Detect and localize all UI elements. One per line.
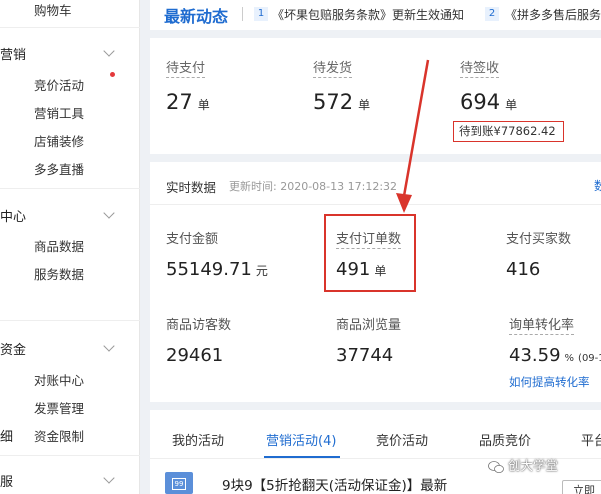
more-data-link[interactable]: 数 [594, 177, 601, 194]
sidebar-divider [0, 27, 140, 28]
paying-buyers-value: 416 [506, 259, 540, 280]
date-note: (09-1 [578, 353, 601, 364]
sidebar-divider [0, 455, 140, 456]
paid-orders-highlight-box [324, 214, 416, 292]
news-title: 最新动态 [164, 7, 229, 26]
unit-label: 元 [255, 264, 268, 278]
main-content: 最新动态 1 《坏果包赔服务条款》更新生效通知 2 《拼多多售后服务 待支付 2… [150, 0, 601, 494]
sidebar-divider [0, 320, 140, 321]
tab-marketing-activities[interactable]: 营销活动(4) [266, 430, 336, 449]
tab-platform[interactable]: 平台 [581, 430, 601, 449]
chevron-down-icon[interactable] [103, 472, 115, 484]
news-item[interactable]: 《坏果包赔服务条款》更新生效通知 [272, 6, 464, 23]
pending-payment-value: 27 单 [166, 90, 210, 114]
watermark: 创大学堂 [488, 455, 558, 474]
percent-sign: % [564, 353, 575, 364]
sidebar-item-live[interactable]: 多多直播 [34, 159, 84, 178]
tab-quality-bidding[interactable]: 品质竞价 [479, 430, 531, 449]
sidebar-fragment: 细 [0, 430, 14, 445]
unit-label: 单 [358, 98, 371, 112]
inquiry-conversion-label[interactable]: 询单转化率 [509, 314, 575, 335]
product-views-label: 商品浏览量 [336, 318, 402, 333]
product-visitors-value: 29461 [166, 345, 223, 366]
sidebar-section-funds[interactable]: 资金 [0, 339, 26, 358]
pending-receipt-count: 694 [460, 90, 501, 114]
sidebar-item-reconciliation[interactable]: 对账中心 [34, 370, 84, 389]
tab-bidding-activities[interactable]: 竞价活动 [376, 430, 428, 449]
realtime-data-panel: 实时数据 更新时间: 2020-08-13 17:12:32 数 支付金额 55… [150, 162, 601, 402]
activity-badge-text: 99 [172, 478, 186, 490]
product-visitors-label: 商品访客数 [166, 318, 232, 333]
unit-label: 单 [505, 98, 518, 112]
activity-title[interactable]: 9块9【5折抢翻天(活动保证金)】最新 [222, 474, 447, 494]
pending-receipt-value: 694 单 [460, 90, 517, 114]
pending-payment-label[interactable]: 待支付 [166, 57, 206, 78]
chevron-down-icon[interactable] [103, 207, 115, 219]
product-visitors-number: 29461 [166, 345, 224, 366]
inquiry-conversion-number: 43.59 [509, 345, 561, 366]
news-number: 2 [485, 7, 499, 21]
notification-dot-icon [110, 72, 115, 77]
paying-buyers-number: 416 [506, 259, 541, 280]
panel-divider [150, 204, 601, 205]
payment-amount-label: 支付金额 [166, 232, 219, 247]
product-views-value: 37744 [336, 345, 393, 366]
update-time: 更新时间: 2020-08-13 17:12:32 [229, 180, 398, 193]
wechat-icon [488, 460, 504, 473]
chevron-down-icon[interactable] [103, 45, 115, 57]
sidebar-item-service-data[interactable]: 服务数据 [34, 264, 84, 283]
pending-shipment-value: 572 单 [313, 90, 370, 114]
news-separator [242, 7, 243, 21]
sidebar-item-invoice[interactable]: 发票管理 [34, 398, 84, 417]
sidebar-item-store-decor[interactable]: 店铺装修 [34, 131, 84, 150]
order-summary: 待支付 27 单 待发货 572 单 待签收 694 单 待到账¥77862.42 [150, 38, 601, 154]
paying-buyers-label: 支付买家数 [506, 232, 572, 247]
payment-amount-value: 55149.71 元 [166, 259, 268, 280]
pending-shipment-count: 572 [313, 90, 354, 114]
sidebar-divider [0, 188, 140, 189]
tab-my-activities[interactable]: 我的活动 [172, 430, 224, 449]
watermark-text: 创大学堂 [508, 458, 559, 473]
pending-receipt-label[interactable]: 待签收 [460, 57, 500, 78]
pending-shipment-label[interactable]: 待发货 [313, 57, 353, 78]
activity-badge-icon: 99 [165, 472, 193, 494]
payment-amount-number: 55149.71 [166, 259, 252, 280]
chevron-down-icon[interactable] [103, 340, 115, 352]
sidebar-item-cart[interactable]: 购物车 [34, 0, 72, 19]
news-number: 1 [254, 7, 268, 21]
unit-label: 单 [197, 98, 210, 112]
sidebar-item-bidding[interactable]: 竞价活动 [34, 75, 84, 94]
news-bar: 最新动态 1 《坏果包赔服务条款》更新生效通知 2 《拼多多售后服务 [150, 0, 601, 30]
inquiry-conversion-value: 43.59%(09-1 [509, 345, 601, 366]
join-now-button[interactable]: 立即 [562, 480, 601, 494]
sidebar-section-marketing[interactable]: 营销 [0, 44, 26, 63]
sidebar-item-marketing-tools[interactable]: 营销工具 [34, 103, 84, 122]
sidebar-section-data[interactable]: 中心 [0, 206, 26, 225]
realtime-title: 实时数据 [166, 180, 217, 195]
sidebar-item-product-data[interactable]: 商品数据 [34, 236, 84, 255]
sidebar: 购物车 营销 竞价活动 营销工具 店铺装修 多多直播 中心 商品数据 服务数据 … [0, 0, 140, 494]
activity-tabs-panel: 我的活动 营销活动(4) 竞价活动 品质竞价 平台 99 9块9【5折抢翻天(活… [150, 410, 601, 494]
product-views-number: 37744 [336, 345, 394, 366]
pending-payment-count: 27 [166, 90, 193, 114]
sidebar-section-service[interactable]: 服 [0, 471, 13, 490]
news-item[interactable]: 《拼多多售后服务 [505, 6, 601, 23]
pending-settlement-box: 待到账¥77862.42 [453, 121, 564, 142]
sidebar-item-fund-limit[interactable]: 资金限制 [34, 426, 84, 445]
improve-conversion-link[interactable]: 如何提高转化率 [509, 374, 590, 390]
